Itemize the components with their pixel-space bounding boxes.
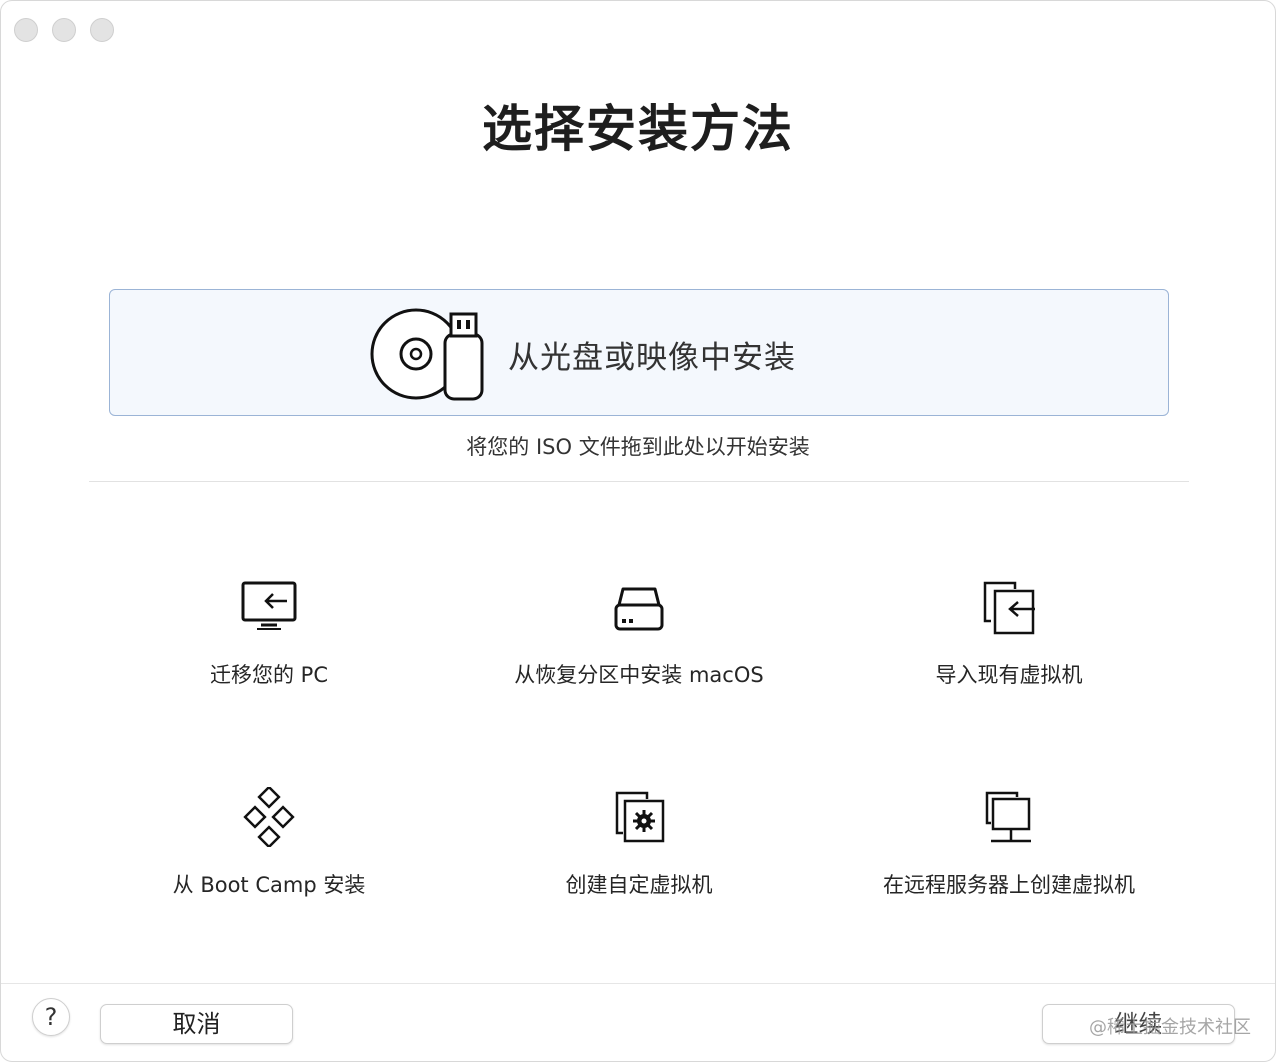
install-from-disc-or-image-option[interactable]: 从光盘或映像中安装: [109, 289, 1169, 416]
section-divider: [89, 481, 1189, 482]
watermark: @稀土掘金技术社区: [1089, 1017, 1251, 1038]
import-vm-icon: [983, 581, 1035, 635]
option-create-custom-vm[interactable]: 创建自定虚拟机: [459, 787, 819, 899]
footer-divider: [1, 983, 1275, 984]
minimize-window-button[interactable]: [52, 18, 76, 42]
migrate-pc-icon: [241, 581, 297, 630]
drop-zone-label: 从光盘或映像中安装: [508, 340, 796, 376]
remote-server-icon: [985, 791, 1031, 843]
drop-zone-hint: 将您的 ISO 文件拖到此处以开始安装: [466, 435, 810, 459]
option-label: 在远程服务器上创建虚拟机: [883, 873, 1135, 897]
option-create-vm-on-remote-server[interactable]: 在远程服务器上创建虚拟机: [829, 787, 1189, 899]
page-title: 选择安装方法: [482, 100, 794, 158]
cancel-button[interactable]: 取消: [100, 1004, 293, 1044]
option-label: 从恢复分区中安装 macOS: [514, 663, 764, 687]
option-label: 迁移您的 PC: [209, 663, 328, 687]
option-label: 创建自定虚拟机: [565, 873, 713, 897]
option-install-macos-from-recovery[interactable]: 从恢复分区中安装 macOS: [459, 577, 819, 689]
custom-vm-icon: [615, 791, 665, 843]
help-button[interactable]: ?: [32, 998, 70, 1036]
option-migrate-pc[interactable]: 迁移您的 PC: [89, 577, 449, 689]
option-install-from-boot-camp[interactable]: 从 Boot Camp 安装: [89, 787, 449, 899]
option-import-existing-vm[interactable]: 导入现有虚拟机: [829, 577, 1189, 689]
boot-camp-icon: [243, 787, 295, 847]
window-controls: [14, 18, 114, 42]
zoom-window-button[interactable]: [90, 18, 114, 42]
hard-drive-icon: [614, 587, 664, 631]
option-label: 从 Boot Camp 安装: [172, 873, 366, 897]
option-label: 导入现有虚拟机: [935, 663, 1083, 687]
close-window-button[interactable]: [14, 18, 38, 42]
install-method-window: 选择安装方法 从光盘或映像中安装 将您的 ISO 文件拖到此处以开始安装 迁移您…: [0, 0, 1276, 1062]
disc-and-usb-icon: [370, 308, 484, 401]
